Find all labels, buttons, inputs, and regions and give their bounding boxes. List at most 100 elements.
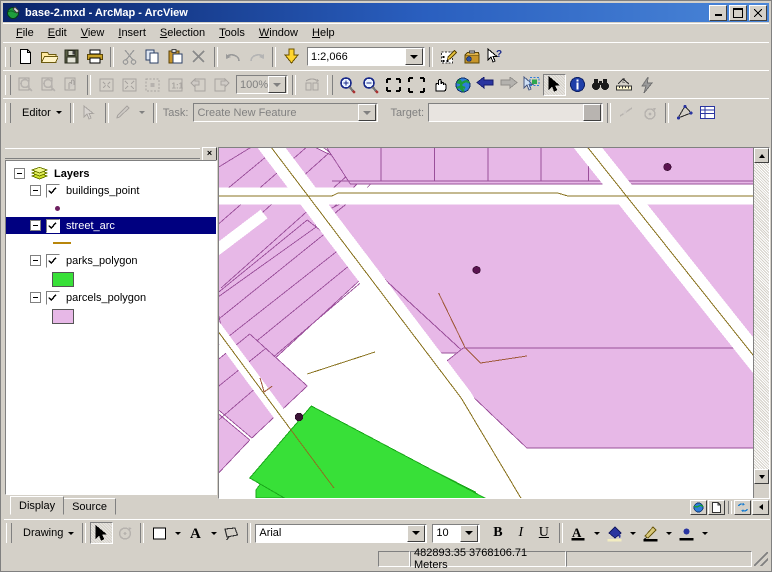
- print-button[interactable]: [83, 46, 106, 68]
- bold-button[interactable]: B: [486, 522, 509, 544]
- delete-button[interactable]: [187, 46, 210, 68]
- text-color-button[interactable]: A: [567, 522, 590, 544]
- back-extent-tool[interactable]: [474, 74, 497, 96]
- layer-visibility-checkbox[interactable]: [46, 183, 60, 198]
- context-help-button[interactable]: ?: [483, 46, 506, 68]
- toc-layer-list[interactable]: Layers buildings_point street_arc parks_…: [5, 160, 217, 495]
- fixed-zoom-in-tool[interactable]: [382, 74, 405, 96]
- line-color-dropdown[interactable]: [662, 522, 675, 544]
- save-document-button[interactable]: [60, 46, 83, 68]
- map-canvas[interactable]: [219, 148, 769, 498]
- menu-help[interactable]: Help: [305, 25, 342, 41]
- toolbar-grip[interactable]: [327, 74, 333, 95]
- zoom-out-tool[interactable]: [359, 74, 382, 96]
- pan-tool[interactable]: [428, 74, 451, 96]
- toolbar-grip[interactable]: [5, 102, 11, 123]
- menu-file[interactable]: File: [9, 25, 41, 41]
- scroll-up-button[interactable]: [754, 148, 769, 163]
- toc-layer-parks-polygon[interactable]: parks_polygon: [6, 252, 216, 269]
- map-vertical-scrollbar[interactable]: [753, 148, 769, 498]
- layer-visibility-checkbox[interactable]: [46, 218, 60, 233]
- toc-layer-parcels-polygon[interactable]: parcels_polygon: [6, 289, 216, 306]
- chevron-down-icon[interactable]: [407, 524, 426, 542]
- forward-extent-tool[interactable]: [497, 74, 520, 96]
- maximize-button[interactable]: [729, 4, 747, 21]
- sketch-properties-button[interactable]: [673, 102, 696, 124]
- menu-selection[interactable]: Selection: [153, 25, 212, 41]
- layout-view-button[interactable]: [708, 499, 725, 515]
- expander-collapse-icon[interactable]: [14, 168, 25, 179]
- underline-button[interactable]: U: [532, 522, 555, 544]
- close-button[interactable]: [749, 4, 767, 21]
- minimize-button[interactable]: [709, 4, 727, 21]
- layer-visibility-checkbox[interactable]: [46, 253, 60, 268]
- toc-symbol-parks-polygon[interactable]: [6, 269, 216, 289]
- text-color-dropdown[interactable]: [590, 522, 603, 544]
- tab-source[interactable]: Source: [63, 498, 116, 515]
- hyperlink-tool[interactable]: [635, 74, 658, 96]
- map-view[interactable]: [218, 147, 770, 499]
- menu-tools[interactable]: Tools: [212, 25, 252, 41]
- copy-button[interactable]: [141, 46, 164, 68]
- toolbar-grip[interactable]: [5, 46, 11, 67]
- vertical-scroll-track[interactable]: [754, 163, 769, 469]
- fill-bucket-dropdown[interactable]: [626, 522, 639, 544]
- toc-symbol-buildings-point[interactable]: [6, 199, 216, 217]
- expander-collapse-icon[interactable]: [30, 292, 41, 303]
- expander-collapse-icon[interactable]: [30, 185, 41, 196]
- editor-toolbar-toggle[interactable]: [437, 46, 460, 68]
- toc-symbol-parcels-polygon[interactable]: [6, 306, 216, 326]
- font-color-button[interactable]: A: [184, 522, 207, 544]
- refresh-view-button[interactable]: [734, 499, 751, 515]
- line-color-button[interactable]: [639, 522, 662, 544]
- font-color-dropdown[interactable]: [207, 522, 220, 544]
- pause-drawing-button[interactable]: [752, 499, 769, 515]
- open-document-button[interactable]: [37, 46, 60, 68]
- toc-root-layers[interactable]: Layers: [6, 165, 216, 182]
- arctoolbox-button[interactable]: [460, 46, 483, 68]
- window-resize-grip[interactable]: [754, 552, 768, 566]
- expander-collapse-icon[interactable]: [30, 255, 41, 266]
- fill-color-dropdown[interactable]: [171, 522, 184, 544]
- zoom-in-tool[interactable]: [336, 74, 359, 96]
- draw-select-tool[interactable]: [90, 522, 114, 544]
- chevron-down-icon[interactable]: [405, 48, 423, 65]
- toolbar-grip[interactable]: [6, 523, 12, 543]
- marker-color-dropdown[interactable]: [698, 522, 711, 544]
- menu-window[interactable]: Window: [252, 25, 305, 41]
- find-tool[interactable]: [589, 74, 612, 96]
- measure-tool[interactable]: 2: [612, 74, 635, 96]
- select-features-tool[interactable]: [520, 74, 543, 96]
- data-view-button[interactable]: [690, 499, 707, 515]
- marker-color-button[interactable]: [675, 522, 698, 544]
- fixed-zoom-out-tool[interactable]: [405, 74, 428, 96]
- redo-button[interactable]: [245, 46, 268, 68]
- map-scale-combo[interactable]: 1:2,066: [307, 47, 425, 66]
- full-extent-tool[interactable]: [451, 74, 474, 96]
- scroll-down-button[interactable]: [754, 469, 769, 484]
- menu-view[interactable]: View: [74, 25, 112, 41]
- close-icon[interactable]: ×: [202, 146, 217, 161]
- new-text-button[interactable]: [220, 522, 243, 544]
- font-size-combo[interactable]: 10: [432, 523, 481, 543]
- chevron-down-icon[interactable]: [460, 524, 479, 542]
- toc-layer-street-arc[interactable]: street_arc: [6, 217, 216, 234]
- toc-symbol-street-arc[interactable]: [6, 234, 216, 252]
- attributes-button[interactable]: [696, 102, 719, 124]
- select-elements-tool[interactable]: [543, 73, 566, 96]
- font-family-combo[interactable]: Arial: [255, 523, 428, 543]
- new-document-button[interactable]: [14, 46, 37, 68]
- fill-color-button[interactable]: [148, 522, 171, 544]
- identify-tool[interactable]: [566, 74, 589, 96]
- paste-button[interactable]: [164, 46, 187, 68]
- italic-button[interactable]: I: [509, 522, 532, 544]
- undo-button[interactable]: [222, 46, 245, 68]
- menu-insert[interactable]: Insert: [111, 25, 153, 41]
- add-data-plus-icon[interactable]: [280, 46, 303, 68]
- fill-bucket-button[interactable]: [603, 522, 626, 544]
- expander-collapse-icon[interactable]: [30, 220, 41, 231]
- tab-display[interactable]: Display: [10, 496, 65, 515]
- menu-edit[interactable]: Edit: [41, 25, 74, 41]
- toolbar-grip[interactable]: [5, 74, 11, 95]
- toc-layer-buildings-point[interactable]: buildings_point: [6, 182, 216, 199]
